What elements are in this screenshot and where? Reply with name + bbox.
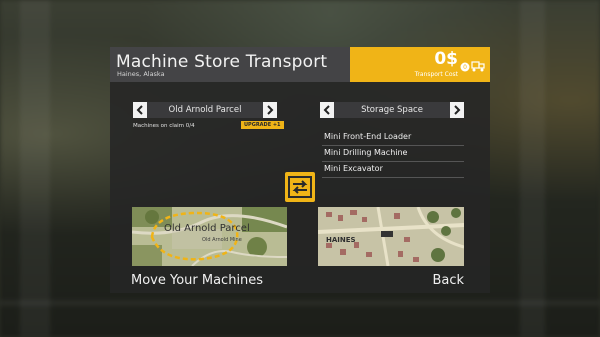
claim-name: Old Arnold Parcel xyxy=(168,105,242,115)
location-subtitle: Haines, Alaska xyxy=(117,70,165,78)
chevron-left-icon xyxy=(323,105,330,115)
svg-text:0: 0 xyxy=(463,64,467,71)
map-claim-label: Old Arnold Parcel xyxy=(164,223,250,234)
storage-name: Storage Space xyxy=(361,105,423,115)
claim-next-button[interactable] xyxy=(263,102,277,118)
machines-on-claim-text: Machines on claim 0/4 xyxy=(133,123,195,129)
storage-next-button[interactable] xyxy=(450,102,464,118)
map-town-label: HAINES xyxy=(326,236,356,244)
page-title: Machine Store Transport xyxy=(116,52,328,72)
move-machines-button[interactable]: Move Your Machines xyxy=(131,273,263,288)
storage-prev-button[interactable] xyxy=(320,102,334,118)
transport-cost-box: 0$ Transport Cost 0 xyxy=(350,47,490,82)
transport-panel: Machine Store Transport Haines, Alaska 0… xyxy=(110,47,490,293)
chevron-right-icon xyxy=(267,105,274,115)
claim-selector: Old Arnold Parcel xyxy=(133,102,277,118)
panel-header: Machine Store Transport Haines, Alaska 0… xyxy=(110,47,490,82)
swap-arrows-icon xyxy=(288,176,312,198)
storage-map: HAINES xyxy=(318,207,464,266)
machine-list-item[interactable]: Mini Excavator xyxy=(322,162,464,178)
machine-list-item[interactable]: Mini Drilling Machine xyxy=(322,146,464,162)
storage-selector: Storage Space xyxy=(320,102,464,118)
upgrade-button[interactable]: UPGRADE +1 xyxy=(241,121,284,129)
back-button[interactable]: Back xyxy=(432,273,464,288)
machine-list-item[interactable]: Mini Front-End Loader xyxy=(322,130,464,146)
map-mine-label: Old Arnold Mine xyxy=(202,237,242,243)
claim-prev-button[interactable] xyxy=(133,102,147,118)
claim-map: Old Arnold Parcel Old Arnold Mine xyxy=(132,207,287,266)
tow-truck-icon: 0 xyxy=(460,61,485,72)
swap-transport-button[interactable] xyxy=(285,172,315,202)
transport-cost-label: Transport Cost xyxy=(414,71,458,78)
transport-cost-value: 0$ xyxy=(434,49,458,69)
chevron-left-icon xyxy=(136,105,143,115)
chevron-right-icon xyxy=(454,105,461,115)
